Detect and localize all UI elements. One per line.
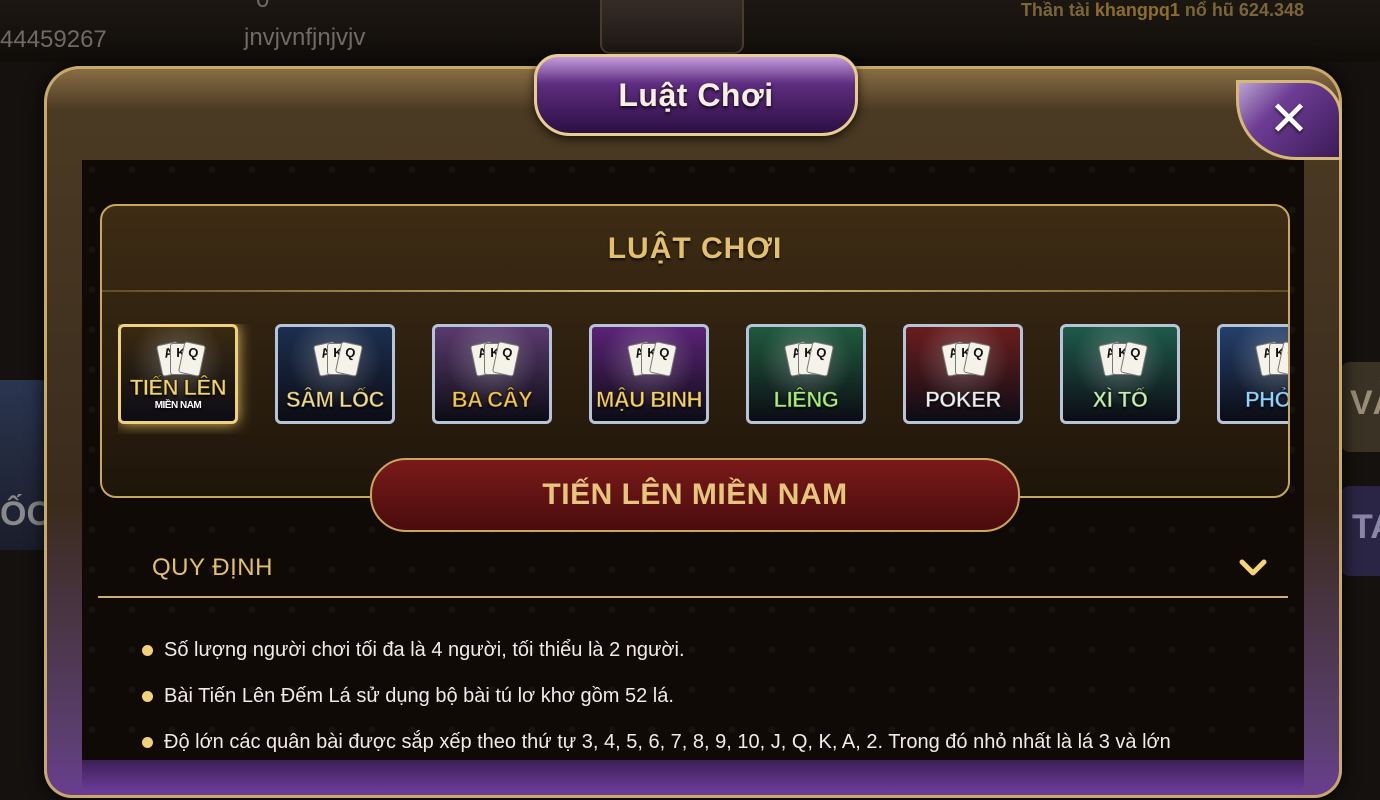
rule-item: Độ lớn các quân bài được sắp xếp theo th… [142, 728, 1171, 760]
rule-item: Số lượng người chơi tối đa là 4 người, t… [142, 636, 1171, 682]
game-tile-label: MẬU BINH [596, 387, 704, 412]
game-tile[interactable]: AKQTIẾN LÊNMIỀN NAM [118, 324, 238, 424]
jackpot-ticker: Thần tài khangpq1 nổ hũ 624.348 [1020, 0, 1304, 20]
game-tile[interactable]: AKQ BA CÂY [432, 324, 552, 424]
selected-game-banner: TIẾN LÊN MIỀN NAM [370, 458, 1020, 532]
game-tile-label: SÂM LỐC [286, 387, 385, 412]
panel-title: LUẬT CHƠI [607, 232, 783, 265]
modal-bottom-bar [82, 760, 1304, 792]
game-tiles-row[interactable]: AKQTIẾN LÊNMIỀN NAMAKQSÂM LỐCAKQBA CÂYAK… [118, 324, 1288, 434]
game-tile[interactable]: AKQ SÂM LỐC [275, 324, 395, 424]
game-tile[interactable]: AKQ MẬU BINH [589, 324, 709, 424]
game-tile-sublabel: MIỀN NAM [154, 400, 202, 411]
game-tile[interactable]: AKQ XÌ TỐ [1060, 324, 1180, 424]
game-tile-label: BA CÂY [451, 387, 533, 412]
lobby-top-counter: 0 [256, 0, 269, 14]
modal-title: Luật Chơi [618, 76, 774, 113]
game-tile-label: TIẾN LÊN MIỀN NAM [129, 375, 227, 411]
game-tile[interactable]: AKQ LIÊNG [746, 324, 866, 424]
playing-cards-icon: AKQ [469, 341, 521, 377]
playing-cards-icon: AKQ [940, 341, 992, 377]
playing-cards-icon: AKQ [626, 341, 678, 377]
playing-cards-icon: AKQ [155, 341, 207, 377]
modal-title-plaque: Luật Chơi [534, 54, 858, 136]
lobby-avatar [600, 0, 744, 54]
rules-modal: Luật Chơi ✕ LUẬT CHƠI AKQTIẾN LÊNMIỀN NA… [44, 54, 1342, 798]
game-tile-label: POKER [925, 387, 1002, 412]
panel-divider [102, 290, 1288, 292]
lobby-right-tile-text-2: TA [1352, 508, 1380, 546]
game-selector-panel: LUẬT CHƠI AKQTIẾN LÊNMIỀN NAMAKQSÂM LỐCA… [100, 204, 1290, 498]
lobby-username: jnvjvnfjnjvjv [244, 24, 366, 51]
playing-cards-icon: AKQ [1254, 341, 1288, 377]
playing-cards-icon: AKQ [312, 341, 364, 377]
lobby-right-tile-text-1: VÀ [1350, 384, 1380, 422]
close-icon: ✕ [1268, 93, 1310, 146]
game-tile[interactable]: AKQ PHỎM [1217, 324, 1288, 424]
game-tile[interactable]: AKQ POKER [903, 324, 1023, 424]
chevron-down-icon[interactable] [1238, 554, 1268, 582]
game-tile-label: LIÊNG [773, 387, 839, 412]
rules-heading[interactable]: QUY ĐỊNH [152, 554, 273, 582]
game-tile-label: XÌ TỐ [1092, 387, 1148, 412]
game-tile-label: PHỎM [1245, 387, 1289, 412]
rule-item: Bài Tiến Lên Đếm Lá sử dụng bộ bài tú lơ… [142, 682, 1171, 728]
close-button[interactable]: ✕ [1236, 80, 1342, 160]
playing-cards-icon: AKQ [783, 341, 835, 377]
rules-divider [98, 596, 1288, 598]
selected-game-title: TIẾN LÊN MIỀN NAM [542, 478, 848, 511]
lobby-user-balance: 44459267 [0, 26, 107, 53]
playing-cards-icon: AKQ [1097, 341, 1149, 377]
modal-content: LUẬT CHƠI AKQTIẾN LÊNMIỀN NAMAKQSÂM LỐCA… [82, 160, 1304, 760]
rules-list: Số lượng người chơi tối đa là 4 người, t… [142, 636, 1171, 760]
